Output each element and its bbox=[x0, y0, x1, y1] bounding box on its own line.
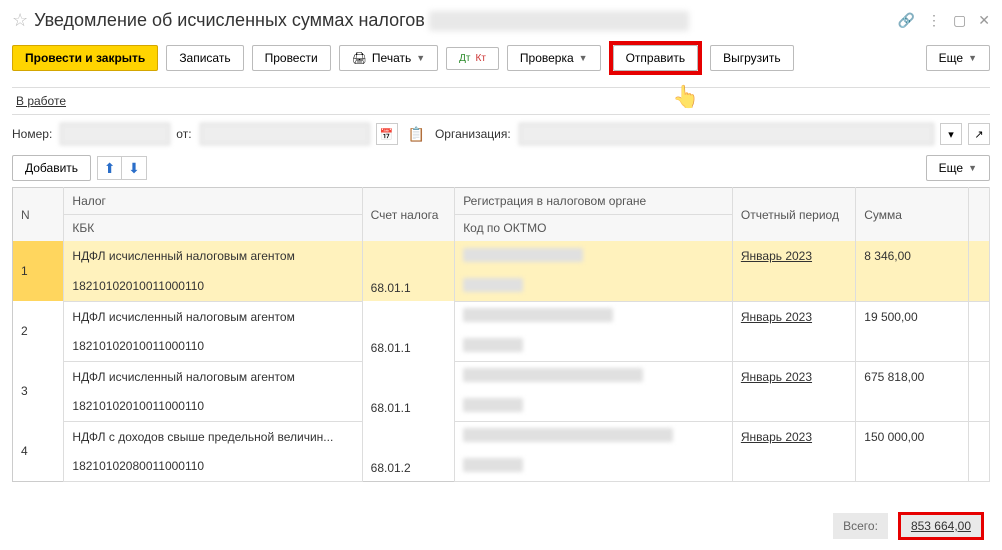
arrow-up-icon: ⬆ bbox=[104, 160, 116, 177]
maximize-icon[interactable]: ▢ bbox=[953, 12, 966, 29]
table-row[interactable]: 18210102010011000110 bbox=[13, 271, 990, 301]
arrow-down-icon: ⬇ bbox=[128, 160, 140, 177]
tax-table: N Налог Счет налога Регистрация в налого… bbox=[12, 187, 990, 482]
number-label: Номер: bbox=[12, 127, 52, 141]
col-n: N bbox=[13, 188, 64, 242]
from-label: от: bbox=[176, 127, 191, 141]
cell-account: 68.01.1 bbox=[362, 301, 455, 361]
cell-kbk: 18210102010011000110 bbox=[64, 271, 362, 301]
cell-registration bbox=[455, 421, 733, 451]
cell-oktmo bbox=[455, 331, 733, 361]
favorite-star-icon[interactable]: ☆ bbox=[12, 10, 28, 31]
cell-n: 1 bbox=[13, 241, 64, 301]
org-open-button[interactable]: ↗ bbox=[968, 123, 990, 145]
table-row[interactable]: 18210102010011000110 bbox=[13, 331, 990, 361]
org-dropdown-button[interactable]: ▾ bbox=[940, 123, 962, 145]
cell-tax: НДФЛ с доходов свыше предельной величин.… bbox=[64, 421, 362, 451]
move-down-button[interactable]: ⬇ bbox=[122, 157, 146, 179]
cell-period: Январь 2023 bbox=[732, 241, 855, 271]
submit-and-close-button[interactable]: Провести и закрыть bbox=[12, 45, 158, 71]
print-button[interactable]: 🖨Печать▼ bbox=[339, 45, 438, 71]
cell-tax: НДФЛ исчисленный налоговым агентом bbox=[64, 301, 362, 331]
cell-n: 3 bbox=[13, 361, 64, 421]
number-input[interactable] bbox=[60, 123, 170, 145]
table-row[interactable]: 4НДФЛ с доходов свыше предельной величин… bbox=[13, 421, 990, 451]
cell-n: 4 bbox=[13, 421, 64, 481]
cell-oktmo bbox=[455, 391, 733, 421]
cell-kbk: 18210102080011000110 bbox=[64, 451, 362, 481]
dtkt-button[interactable]: ДтКт bbox=[446, 47, 499, 70]
cell-sum: 675 818,00 bbox=[856, 361, 969, 391]
cell-sum: 150 000,00 bbox=[856, 421, 969, 451]
cell-tax: НДФЛ исчисленный налоговым агентом bbox=[64, 241, 362, 271]
status-in-work[interactable]: В работе bbox=[16, 94, 66, 108]
check-button[interactable]: Проверка▼ bbox=[507, 45, 601, 71]
cell-kbk: 18210102010011000110 bbox=[64, 391, 362, 421]
table-row[interactable]: 1НДФЛ исчисленный налоговым агентом68.01… bbox=[13, 241, 990, 271]
window-title: Уведомление об исчисленных суммах налого… bbox=[34, 10, 897, 31]
send-button[interactable]: Отправить bbox=[613, 45, 699, 71]
org-input[interactable] bbox=[519, 123, 934, 145]
cell-period: Январь 2023 bbox=[732, 301, 855, 331]
cell-registration bbox=[455, 241, 733, 271]
cell-account: 68.01.1 bbox=[362, 241, 455, 301]
org-icon: 📋 bbox=[408, 126, 425, 143]
options-icon[interactable]: ⋮ bbox=[927, 12, 941, 29]
col-account: Счет налога bbox=[362, 188, 455, 242]
cell-registration bbox=[455, 361, 733, 391]
calendar-icon: 📅 bbox=[380, 128, 394, 141]
table-row[interactable]: 2НДФЛ исчисленный налоговым агентом68.01… bbox=[13, 301, 990, 331]
close-icon[interactable]: ✕ bbox=[978, 12, 990, 29]
cell-tax: НДФЛ исчисленный налоговым агентом bbox=[64, 361, 362, 391]
col-kbk: КБК bbox=[64, 215, 362, 242]
add-button[interactable]: Добавить bbox=[12, 155, 91, 181]
table-row[interactable]: 3НДФЛ исчисленный налоговым агентом68.01… bbox=[13, 361, 990, 391]
col-period: Отчетный период bbox=[732, 188, 855, 242]
col-registration: Регистрация в налоговом органе bbox=[455, 188, 733, 215]
cell-oktmo bbox=[455, 451, 733, 481]
col-oktmo: Код по ОКТМО bbox=[455, 215, 733, 242]
export-button[interactable]: Выгрузить bbox=[710, 45, 794, 71]
cell-account: 68.01.1 bbox=[362, 361, 455, 421]
send-highlight: Отправить bbox=[609, 41, 703, 75]
table-row[interactable]: 18210102010011000110 bbox=[13, 391, 990, 421]
col-sum: Сумма bbox=[856, 188, 969, 242]
cell-oktmo bbox=[455, 271, 733, 301]
total-value[interactable]: 853 664,00 bbox=[898, 512, 984, 540]
cell-sum: 19 500,00 bbox=[856, 301, 969, 331]
calendar-button[interactable]: 📅 bbox=[376, 123, 398, 145]
cell-kbk: 18210102010011000110 bbox=[64, 331, 362, 361]
cell-account: 68.01.2 bbox=[362, 421, 455, 481]
printer-icon: 🖨 bbox=[352, 51, 367, 65]
cell-n: 2 bbox=[13, 301, 64, 361]
submit-button[interactable]: Провести bbox=[252, 45, 331, 71]
move-up-button[interactable]: ⬆ bbox=[98, 157, 122, 179]
col-tax: Налог bbox=[64, 188, 362, 215]
org-label: Организация: bbox=[435, 127, 511, 141]
link-icon[interactable]: 🔗 bbox=[898, 12, 915, 29]
save-button[interactable]: Записать bbox=[166, 45, 243, 71]
cell-registration bbox=[455, 301, 733, 331]
table-row[interactable]: 18210102080011000110 bbox=[13, 451, 990, 481]
more-toolbar-button[interactable]: Еще▼ bbox=[926, 45, 990, 71]
cell-sum: 8 346,00 bbox=[856, 241, 969, 271]
cell-period: Январь 2023 bbox=[732, 361, 855, 391]
date-input[interactable] bbox=[200, 123, 370, 145]
total-label: Всего: bbox=[833, 513, 888, 539]
more-actions-button[interactable]: Еще▼ bbox=[926, 155, 990, 181]
cell-period: Январь 2023 bbox=[732, 421, 855, 451]
